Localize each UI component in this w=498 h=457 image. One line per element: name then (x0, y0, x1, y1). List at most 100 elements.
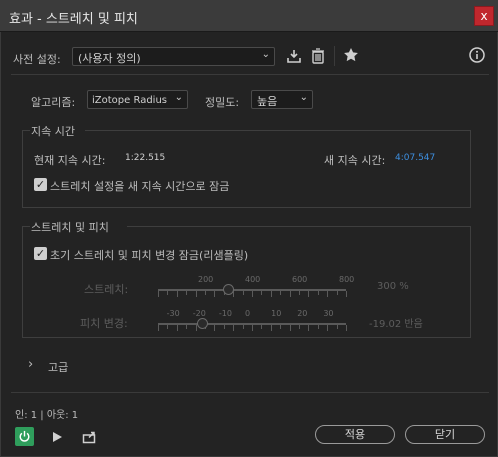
close-window-button[interactable]: x (474, 6, 494, 26)
stretch-tick (242, 291, 244, 295)
stretch-tick (214, 291, 216, 297)
pitch-tick (280, 325, 282, 329)
pitch-scale-label: -10 (218, 309, 232, 318)
pitch-scale-label: -30 (166, 309, 180, 318)
stretch-tick (317, 291, 319, 295)
pitch-scale-label: 10 (271, 309, 282, 318)
preset-dropdown[interactable]: (사용자 정의) ⌄ (72, 47, 275, 66)
preset-value: (사용자 정의) (78, 52, 141, 65)
pitch-tick (252, 325, 253, 331)
group-divider (85, 130, 471, 131)
stretch-label: 스트레치: (84, 283, 129, 296)
new-duration-value[interactable]: 4:07.547 (395, 153, 435, 163)
stretch-tick (280, 291, 282, 295)
pitch-tick (261, 325, 263, 329)
pitch-tick (233, 325, 235, 331)
group-border (22, 207, 471, 208)
stretch-tick (270, 291, 272, 297)
close-button[interactable]: 닫기 (405, 425, 485, 444)
pitch-scale-label: 20 (297, 309, 308, 318)
group-divider (127, 226, 471, 227)
effect-panel: 사전 설정: (사용자 정의) ⌄ 알고리즘: iZotope Radius ⌄… (0, 32, 498, 457)
new-duration-label: 새 지속 시간: (324, 154, 386, 167)
stretch-tick (299, 291, 300, 295)
pitch-tick (242, 325, 244, 329)
lock-resample-checkbox[interactable]: ✓ (34, 247, 47, 260)
lock-duration-checkbox[interactable]: ✓ (34, 178, 47, 191)
loop-export-icon[interactable] (80, 427, 99, 446)
pitch-tick (327, 325, 329, 331)
preset-label: 사전 설정: (13, 53, 61, 66)
divider (11, 392, 489, 393)
pitch-tick (336, 325, 338, 329)
pitch-tick (167, 325, 169, 329)
stretch-scale-label: 400 (245, 275, 261, 284)
advanced-label[interactable]: 고급 (48, 359, 68, 375)
precision-dropdown[interactable]: 높음 ⌄ (251, 90, 313, 109)
stretch-tick (261, 291, 263, 295)
stretch-tick (158, 291, 159, 297)
power-toggle-icon[interactable] (15, 427, 34, 446)
precision-label: 정밀도: (205, 96, 240, 109)
pitch-tick (308, 325, 310, 331)
pitch-tick (186, 325, 188, 329)
pitch-tick (214, 325, 216, 331)
group-border (22, 130, 30, 131)
pitch-slider-thumb[interactable] (196, 318, 208, 329)
stretch-tick (195, 291, 197, 297)
chevron-down-icon: ⌄ (261, 49, 270, 60)
current-duration-value: 1:22.515 (125, 153, 166, 163)
duration-group-title: 지속 시간 (31, 125, 75, 138)
group-border (470, 226, 471, 338)
toolbar-divider (334, 46, 335, 66)
chevron-down-icon: ⌄ (299, 92, 308, 103)
pitch-tick (223, 325, 225, 329)
lock-duration-label: 스트레치 설정을 새 지속 시간으로 잠금 (50, 180, 230, 193)
favorite-star-icon[interactable] (342, 46, 360, 64)
pitch-tick (346, 325, 347, 331)
stretch-tick (205, 291, 206, 295)
divider (11, 74, 489, 75)
stretch-tick (167, 291, 169, 295)
info-icon[interactable] (468, 46, 486, 64)
advanced-chevron-icon[interactable]: › (28, 357, 33, 372)
pitch-value: -19.02 반음 (369, 319, 423, 330)
stretch-tick (308, 291, 310, 297)
pitch-scale-label: -20 (192, 309, 206, 318)
stretch-tick (252, 291, 253, 297)
io-channels: 인: 1 | 아웃: 1 (15, 410, 79, 421)
algorithm-dropdown[interactable]: iZotope Radius ⌄ (87, 90, 188, 109)
algorithm-value: iZotope Radius (92, 95, 167, 106)
pitch-tick (176, 325, 178, 331)
chevron-down-icon: ⌄ (174, 92, 183, 103)
group-border (22, 337, 471, 338)
group-border (22, 226, 30, 227)
play-icon[interactable] (48, 428, 65, 445)
precision-value: 높음 (257, 95, 278, 108)
pitch-tick (317, 325, 319, 329)
stretch-tick (327, 291, 329, 297)
current-duration-label: 현재 지속 시간: (34, 154, 106, 167)
stretch-tick (336, 291, 338, 295)
window-title: 효과 - 스트레치 및 피치 (9, 12, 138, 27)
algorithm-label: 알고리즘: (31, 96, 76, 109)
stretch-tick (186, 291, 188, 295)
stretch-slider-thumb[interactable] (223, 284, 234, 295)
pitch-label: 피치 변경: (80, 317, 128, 330)
stretch-scale-label: 200 (198, 275, 214, 284)
pitch-tick (158, 325, 159, 331)
pitch-tick (299, 325, 300, 329)
pitch-scale-label: 0 (245, 309, 251, 318)
stretch-tick (346, 291, 347, 297)
save-preset-icon[interactable] (285, 47, 303, 65)
group-border (470, 130, 471, 208)
stretch-scale-label: 600 (292, 275, 308, 284)
stretch-value: 300 % (377, 281, 409, 292)
pitch-tick (270, 325, 272, 331)
title-bar: 효과 - 스트레치 및 피치 x (0, 0, 498, 32)
pitch-tick (195, 325, 197, 331)
apply-button[interactable]: 적용 (315, 425, 395, 444)
pitch-scale-label: 30 (323, 309, 334, 318)
group-border (22, 226, 23, 338)
delete-preset-icon[interactable] (309, 47, 327, 65)
